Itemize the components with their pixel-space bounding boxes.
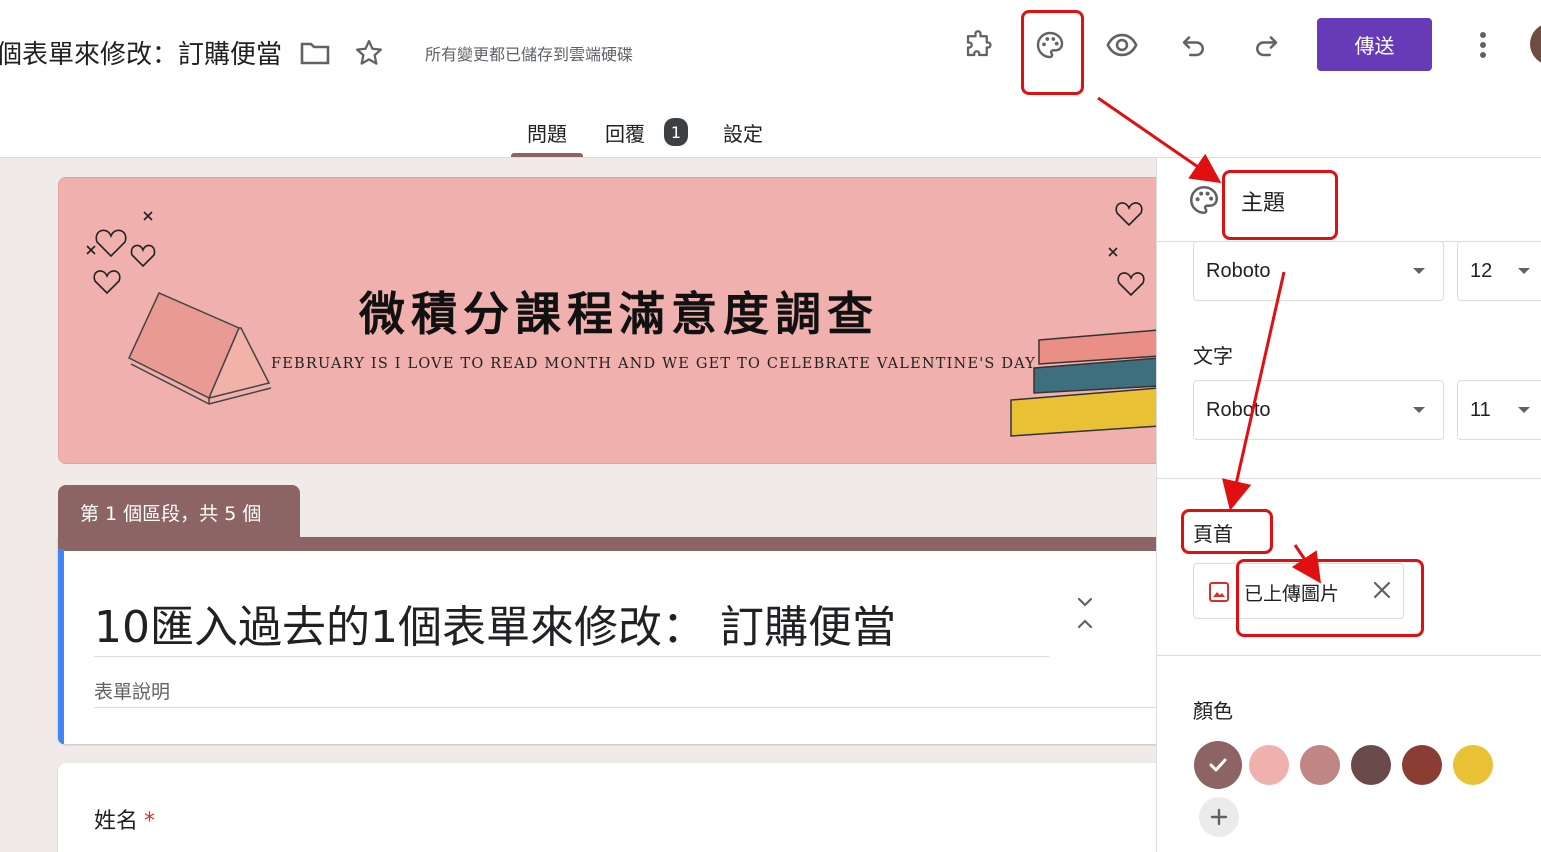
text-font-value: Roboto <box>1206 398 1271 421</box>
dropdown-caret-icon <box>1413 407 1425 413</box>
header-font-value: Roboto <box>1206 259 1271 282</box>
tab-settings[interactable]: 設定 <box>723 118 763 147</box>
theme-panel-header: 主題 <box>1157 158 1541 242</box>
theme-panel-title: 主題 <box>1241 191 1286 216</box>
send-button[interactable]: 傳送 <box>1317 18 1432 71</box>
color-label: 顏色 <box>1193 699 1233 723</box>
save-status: 所有變更都已儲存到雲端硬碟 <box>425 45 634 64</box>
question-card[interactable]: 姓名 * <box>58 763 1178 852</box>
top-bar: 個表單來修改：訂購便當 所有變更都已儲存到雲端硬碟 傳送 問題 回覆 1 設定 <box>0 0 1541 158</box>
question-title[interactable]: 姓名 * <box>94 803 155 835</box>
text-font-select[interactable]: Roboto <box>1193 380 1444 440</box>
description-underline <box>94 707 1174 708</box>
eye-icon[interactable] <box>1102 25 1142 65</box>
palette-icon <box>1187 183 1221 221</box>
collapse-section-icon[interactable] <box>1073 593 1097 633</box>
uploaded-image-chip[interactable]: 已上傳圖片 <box>1193 563 1404 619</box>
text-size-select[interactable]: 11 <box>1457 380 1541 440</box>
title-underline <box>94 656 1049 657</box>
panel-divider <box>1157 478 1541 479</box>
tab-responses[interactable]: 回覆 <box>605 118 645 147</box>
dropdown-caret-icon <box>1413 268 1425 274</box>
uploaded-image-label: 已上傳圖片 <box>1244 583 1340 605</box>
color-swatch-pink[interactable] <box>1249 745 1289 785</box>
redo-icon[interactable] <box>1246 25 1286 65</box>
forms-editor: 個表單來修改：訂購便當 所有變更都已儲存到雲端硬碟 傳送 問題 回覆 1 設定 … <box>0 0 1541 852</box>
text-size-value: 11 <box>1470 398 1491 421</box>
header-size-select[interactable]: 12 <box>1457 241 1541 301</box>
star-icon[interactable] <box>352 36 386 70</box>
form-description-input[interactable]: 表單說明 <box>94 677 170 704</box>
palette-icon[interactable] <box>1030 25 1070 65</box>
more-vert-icon[interactable] <box>1463 25 1503 65</box>
close-icon[interactable] <box>1370 578 1394 602</box>
folder-icon[interactable] <box>298 36 332 70</box>
header-image: 微積分課程滿意度調查 FEBRUARY IS I LOVE TO READ MO… <box>58 177 1178 464</box>
text-style-label: 文字 <box>1193 344 1233 368</box>
check-icon <box>1209 758 1227 772</box>
active-card-indicator <box>58 549 64 744</box>
color-swatch-rust[interactable] <box>1402 745 1442 785</box>
form-header-card[interactable]: 10匯入過去的1個表單來修改： 訂購便當 表單說明 <box>58 537 1178 744</box>
header-size-value: 12 <box>1470 259 1493 282</box>
header-subtitle-text: FEBRUARY IS I LOVE TO READ MONTH AND WE … <box>271 356 1037 372</box>
active-tab-indicator <box>511 153 583 157</box>
theme-panel: 主題 Roboto 12 文字 Roboto 11 頁首 已上傳圖片 顏色 <box>1156 158 1541 852</box>
color-swatch-yellow[interactable] <box>1453 745 1493 785</box>
required-asterisk: * <box>144 809 156 834</box>
add-custom-color-button[interactable] <box>1199 797 1239 837</box>
plus-icon <box>1210 808 1228 826</box>
section-indicator: 第 1 個區段，共 5 個 <box>58 485 300 540</box>
dropdown-caret-icon <box>1518 268 1530 274</box>
color-swatch-selected[interactable] <box>1194 741 1242 789</box>
header-title-text: 微積分課程滿意度調查 <box>359 287 879 341</box>
dropdown-caret-icon <box>1518 407 1530 413</box>
header-font-select[interactable]: Roboto <box>1193 241 1444 301</box>
tab-questions[interactable]: 問題 <box>527 118 567 147</box>
header-image-label: 頁首 <box>1193 522 1233 546</box>
panel-divider <box>1157 655 1541 656</box>
undo-icon[interactable] <box>1174 25 1214 65</box>
form-title[interactable]: 10匯入過去的1個表單來修改： 訂購便當 <box>94 591 896 655</box>
form-tabs: 問題 回覆 1 設定 <box>0 108 1541 158</box>
image-icon <box>1208 581 1230 607</box>
color-swatch-brown[interactable] <box>1351 745 1391 785</box>
avatar[interactable] <box>1530 23 1541 65</box>
document-title[interactable]: 個表單來修改：訂購便當 <box>0 34 282 71</box>
puzzle-icon[interactable] <box>958 25 998 65</box>
responses-count-badge: 1 <box>664 118 688 146</box>
color-swatch-rose[interactable] <box>1300 745 1340 785</box>
